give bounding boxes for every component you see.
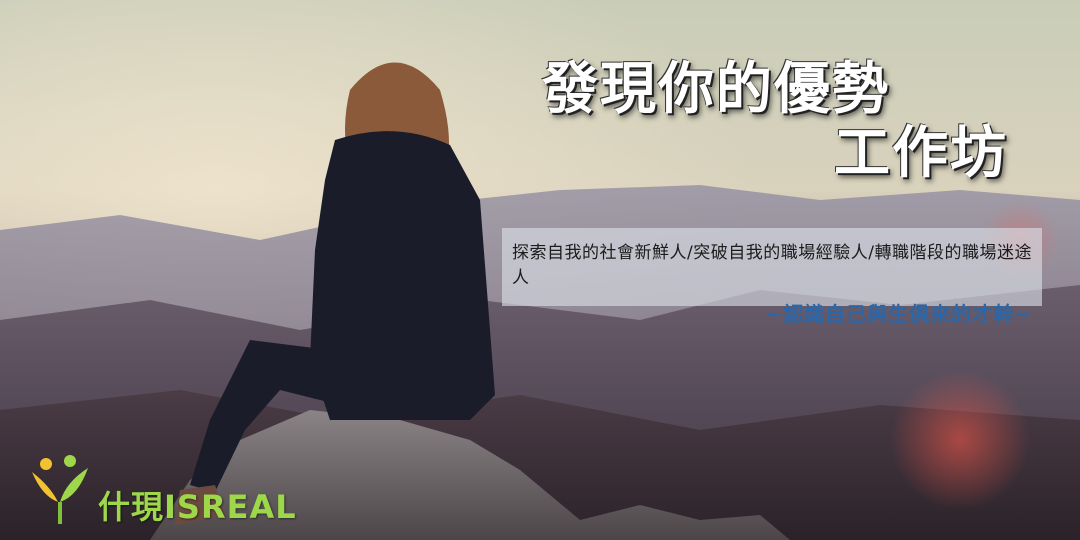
subtitle-audience-text: 探索自我的社會新鮮人/突破自我的職場經驗人/轉職階段的職場迷途人 — [512, 243, 1032, 288]
brand-name: 什現ISREAL — [98, 488, 297, 526]
subtitle-panel: 探索自我的社會新鮮人/突破自我的職場經驗人/轉職階段的職場迷途人 ~認識自己與生… — [502, 228, 1042, 326]
subtitle-tagline-text: ~認識自己與生俱來的才幹~ — [765, 302, 1032, 326]
green-sprout-person-icon — [32, 455, 88, 524]
brand-logo: 什現ISREAL — [28, 452, 296, 526]
banner-title-line-2: 工作坊 — [834, 121, 1008, 186]
